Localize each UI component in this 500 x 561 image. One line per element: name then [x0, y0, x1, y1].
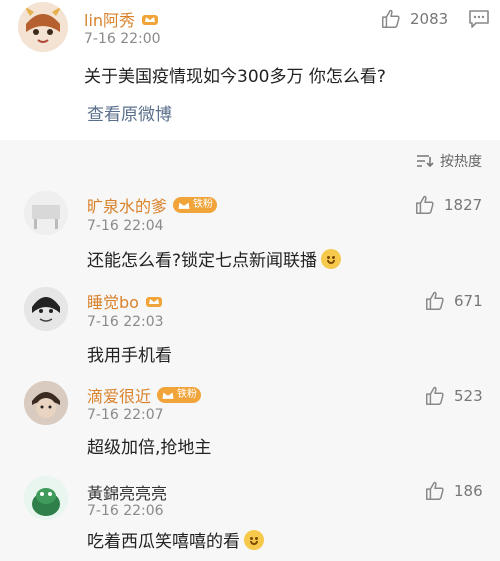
commenter-name-3[interactable]: 滴爱很近 铁粉	[87, 383, 202, 407]
commenter-name-text-3: 滴爱很近	[87, 387, 152, 406]
crown-icon	[142, 15, 159, 25]
post-author-name-text: lin阿秀	[84, 11, 136, 30]
iron-fan-badge: 铁粉	[173, 197, 218, 213]
comment-like-button-2[interactable]: 671	[424, 290, 483, 312]
comment-text-content-2: 我用手机看	[87, 346, 172, 366]
post-author-name[interactable]: lin阿秀	[84, 7, 159, 31]
thumbs-up-icon	[426, 481, 444, 500]
post-like-count: 2083	[410, 10, 449, 28]
comment-text-content-1: 还能怎么看?锁定七点新闻联播	[87, 251, 318, 271]
comment-like-count-3: 523	[454, 387, 483, 405]
iron-fan-badge: 铁粉	[157, 387, 202, 403]
avatar-commenter-4[interactable]	[24, 476, 68, 520]
comment-like-button-4[interactable]: 186	[424, 480, 483, 502]
laughing-emoji-icon	[244, 529, 264, 550]
doge-emoji-icon	[321, 248, 342, 269]
thumbs-up-icon	[382, 9, 400, 28]
avatar-commenter-3[interactable]	[24, 381, 68, 425]
comment-time-3: 7-16 22:07	[87, 407, 164, 423]
comment-time-1: 7-16 22:04	[87, 218, 164, 234]
comment-text-2: 我用手机看	[87, 341, 172, 366]
post-text: 关于美国疫情现如今300多万 你怎么看?	[84, 67, 386, 87]
comment-icon[interactable]	[468, 9, 490, 29]
sort-by-hot[interactable]: 按热度	[416, 151, 482, 171]
view-original-link[interactable]: 查看原微博	[87, 100, 172, 125]
crown-icon	[178, 202, 190, 209]
crown-icon	[145, 297, 162, 307]
commenter-name-text-4: 黃錦亮亮亮	[87, 484, 168, 503]
comment-time-2: 7-16 22:03	[87, 314, 164, 330]
thumbs-up-icon	[426, 386, 444, 405]
comment-time-4: 7-16 22:06	[87, 503, 164, 519]
comment-text-3: 超级加倍,抢地主	[87, 433, 211, 458]
commenter-name-text-2: 睡觉bo	[87, 293, 139, 312]
commenter-name-4[interactable]: 黃錦亮亮亮	[87, 480, 167, 504]
original-post: lin阿秀 7-16 22:00 2083 关于美国疫情现如今300多万 你怎么…	[0, 0, 500, 140]
sort-label: 按热度	[440, 154, 482, 170]
thumbs-up-icon	[426, 291, 444, 310]
comment-like-count-1: 1827	[444, 196, 483, 214]
comment-text-1: 还能怎么看?锁定七点新闻联播	[87, 246, 342, 271]
avatar-post-author[interactable]	[18, 2, 68, 52]
badge-text: 铁粉	[193, 199, 214, 210]
comment-like-count-4: 186	[454, 482, 483, 500]
comment-like-button-1[interactable]: 1827	[414, 194, 482, 216]
comment-like-button-3[interactable]: 523	[424, 385, 483, 407]
crown-icon	[162, 392, 174, 399]
sort-icon	[417, 155, 434, 168]
comment-like-count-2: 671	[454, 292, 483, 310]
commenter-name-2[interactable]: 睡觉bo	[87, 289, 163, 313]
thumbs-up-icon	[416, 195, 434, 214]
badge-text: 铁粉	[177, 389, 198, 400]
comment-text-content-3: 超级加倍,抢地主	[87, 438, 212, 458]
commenter-name-text-1: 旷泉水的爹	[87, 197, 168, 216]
comment-text-4: 吃着西瓜笑嘻嘻的看	[87, 527, 264, 552]
avatar-commenter-2[interactable]	[24, 287, 68, 331]
post-time: 7-16 22:00	[84, 31, 161, 47]
post-like-button[interactable]: 2083	[380, 8, 448, 30]
commenter-name-1[interactable]: 旷泉水的爹 铁粉	[87, 193, 218, 217]
comment-text-content-4: 吃着西瓜笑嘻嘻的看	[87, 532, 240, 552]
avatar-commenter-1[interactable]	[24, 191, 68, 235]
